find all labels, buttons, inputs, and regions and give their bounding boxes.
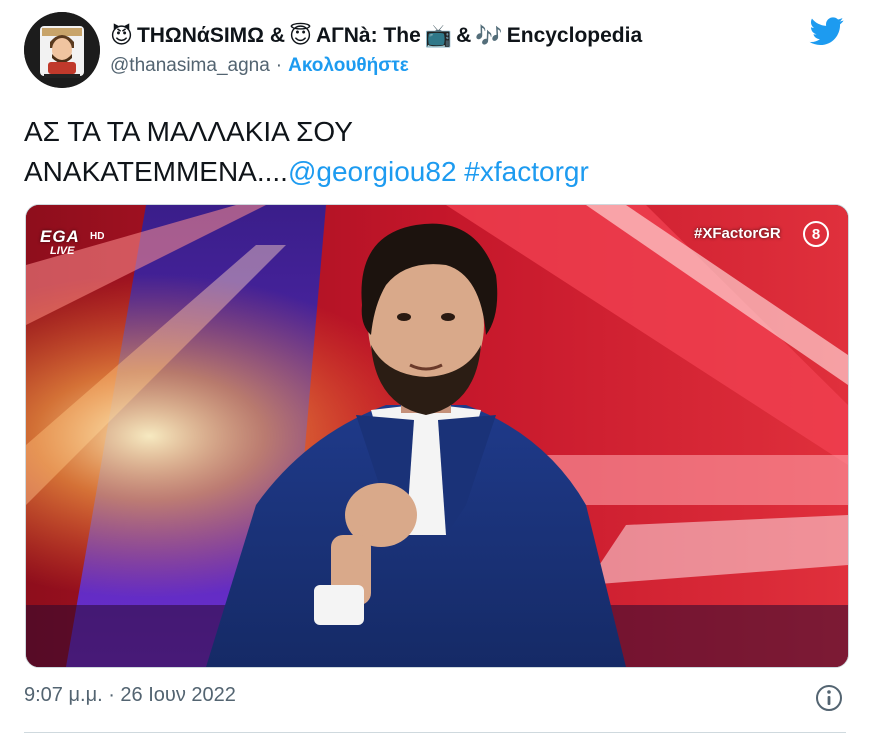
hashtag-link[interactable]: #xfactorgr (464, 156, 589, 187)
twitter-bird-icon[interactable] (808, 14, 846, 48)
author-handle-row: @thanasima_agna · Ακολουθήστε (110, 55, 409, 77)
halo-emoji-icon: 😇 (289, 23, 312, 48)
music-notes-emoji-icon: 🎶 (475, 23, 503, 48)
mention-link[interactable]: @georgiou82 (288, 156, 457, 187)
avatar-cartoon-portrait (24, 12, 100, 88)
tweet-line-2: ΑΝΑΚΑΤΕΜΜΕΝΑ....@georgiou82 #xfactorgr (24, 152, 844, 192)
tweet-media-image[interactable]: EGA HD LIVE #XFactorGR 8 (25, 204, 849, 668)
author-handle[interactable]: @thanasima_agna (110, 55, 270, 77)
display-name-part1: ΤΗΩΝάSΙΜΩ & (136, 24, 286, 47)
stage-scene-image (26, 205, 848, 667)
display-name-part3: Encyclopedia (506, 24, 643, 47)
show-hashtag-overlay: #XFactorGR (694, 225, 781, 242)
age-rating-badge: 8 (803, 221, 829, 247)
tweet-timestamp[interactable]: 9:07 μ.μ. · 26 Ιουν 2022 (24, 684, 236, 707)
author-avatar[interactable] (24, 12, 100, 88)
display-name-part2: ΑΓΝà: The (315, 24, 421, 47)
tweet-line-1: ΑΣ ΤΑ ΤΑ ΜΑΛΛΑΚΙΑ ΣΟΥ (24, 116, 353, 147)
tweet-card: 😈 ΤΗΩΝάSΙΜΩ & 😇 ΑΓΝà: The 📺 & 🎶 Encyclop… (0, 0, 880, 741)
devil-emoji-icon: 😈 (110, 23, 133, 48)
tweet-line-2-text: ΑΝΑΚΑΤΕΜΜΕΝΑ.... (24, 156, 288, 187)
channel-live-label: LIVE (50, 245, 75, 257)
info-icon[interactable] (814, 683, 844, 713)
display-name-amp: & (456, 24, 472, 47)
tweet-text: ΑΣ ΤΑ ΤΑ ΜΑΛΛΑΚΙΑ ΣΟΥ ΑΝΑΚΑΤΕΜΜΕΝΑ....@g… (24, 112, 844, 192)
tv-emoji-icon: 📺 (424, 23, 453, 48)
footer-divider (24, 732, 846, 733)
channel-hd-label: HD (90, 231, 105, 242)
channel-logo: EGA (40, 227, 80, 246)
follow-link[interactable]: Ακολουθήστε (288, 55, 409, 77)
author-display-name[interactable]: 😈 ΤΗΩΝάSΙΜΩ & 😇 ΑΓΝà: The 📺 & 🎶 Encyclop… (110, 20, 642, 52)
handle-separator: · (275, 55, 283, 76)
